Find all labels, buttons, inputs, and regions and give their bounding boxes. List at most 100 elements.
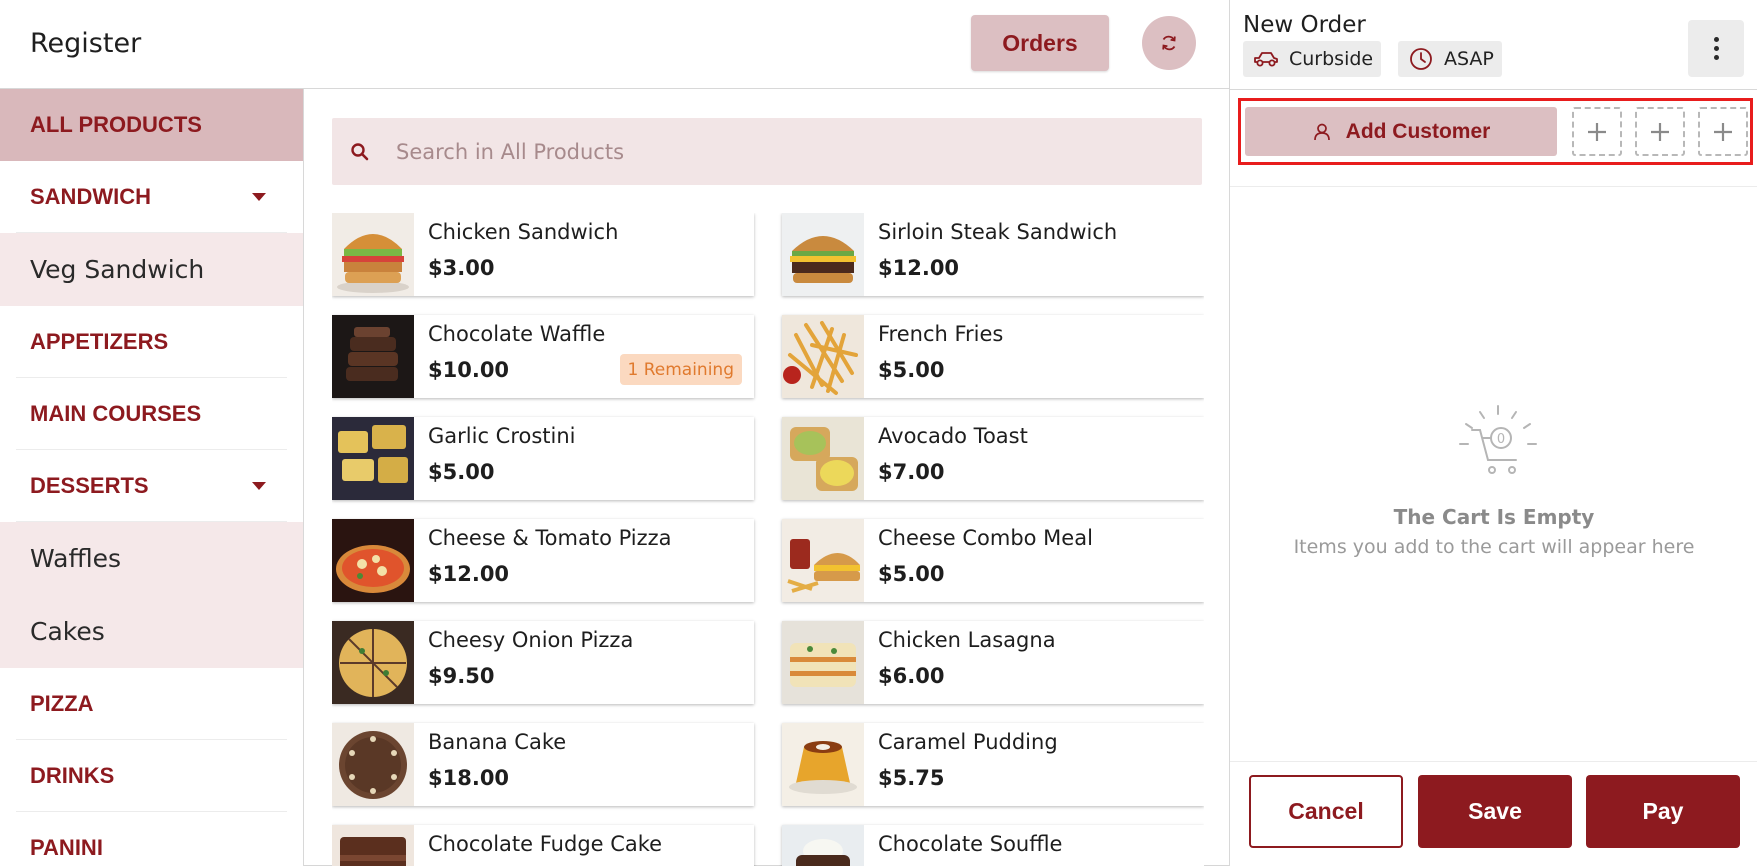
- avocado-toast-image: [782, 417, 864, 500]
- garlic-crostini-image: [332, 417, 414, 500]
- car-icon: [1251, 46, 1281, 72]
- caret-down-icon: [252, 482, 266, 490]
- person-icon: [1312, 122, 1332, 142]
- empty-cart-title: The Cart Is Empty: [1393, 505, 1595, 529]
- banana-cake-image: [332, 723, 414, 806]
- save-button[interactable]: Save: [1418, 775, 1572, 848]
- sidebar-item-main-courses[interactable]: MAIN COURSES: [0, 378, 303, 450]
- order-title: New Order: [1243, 12, 1366, 38]
- sidebar-item-desserts[interactable]: DESSERTS: [0, 450, 303, 522]
- chocolate-waffle-image: [332, 315, 414, 398]
- product-card-french-fries[interactable]: French Fries $5.00: [782, 315, 1204, 398]
- sidebar-item-label: PANINI: [30, 835, 103, 860]
- product-card-cheese-tomato-pizza[interactable]: Cheese & Tomato Pizza $12.00: [332, 519, 754, 602]
- refresh-icon: [1162, 35, 1176, 51]
- divider: [1230, 89, 1757, 90]
- product-price: $10.00: [428, 358, 510, 382]
- sidebar-item-cakes[interactable]: Cakes: [0, 595, 303, 668]
- product-card-chocolate-waffle[interactable]: Chocolate Waffle $10.00 1 Remaining: [332, 315, 754, 398]
- orders-button[interactable]: Orders: [971, 15, 1109, 71]
- product-price: $7.00: [878, 460, 945, 484]
- product-name: Cheesy Onion Pizza: [428, 628, 634, 652]
- plus-icon: [1651, 122, 1669, 141]
- product-name: Chocolate Souffle: [878, 832, 1063, 856]
- product-grid: Chicken Sandwich $3.00 Sirloin Steak San…: [332, 213, 1204, 866]
- product-card-cheesy-onion-pizza[interactable]: Cheesy Onion Pizza $9.50: [332, 621, 754, 704]
- pizza-image: [332, 519, 414, 602]
- product-price: $6.00: [878, 664, 945, 688]
- sidebar-item-appetizers[interactable]: APPETIZERS: [0, 306, 303, 378]
- sidebar-item-waffles[interactable]: Waffles: [0, 522, 303, 595]
- product-price: $18.00: [428, 766, 510, 790]
- pay-button[interactable]: Pay: [1586, 775, 1740, 848]
- clock-icon: [1406, 46, 1436, 72]
- divider: [1230, 186, 1757, 187]
- search-input[interactable]: Search in All Products: [396, 140, 624, 164]
- add-slot-button[interactable]: [1698, 107, 1748, 156]
- plus-icon: [1588, 122, 1606, 141]
- order-panel: New Order Curbside ASAP Add Customer 0 T…: [1229, 0, 1757, 866]
- product-card-chocolate-fudge-cake[interactable]: Chocolate Fudge Cake: [332, 825, 754, 866]
- category-sidebar: ALL PRODUCTS SANDWICH Veg Sandwich APPET…: [0, 89, 304, 866]
- add-customer-button[interactable]: Add Customer: [1245, 107, 1557, 156]
- sidebar-item-sandwich[interactable]: SANDWICH: [0, 161, 303, 233]
- order-time-label: ASAP: [1444, 48, 1494, 70]
- sidebar-item-all-products[interactable]: ALL PRODUCTS: [0, 89, 303, 161]
- sidebar-item-label: Veg Sandwich: [30, 255, 205, 284]
- lasagna-image: [782, 621, 864, 704]
- product-name: Avocado Toast: [878, 424, 1028, 448]
- product-price: $12.00: [878, 256, 960, 280]
- add-customer-label: Add Customer: [1345, 119, 1491, 143]
- chicken-sandwich-image: [332, 213, 414, 296]
- sidebar-item-label: Waffles: [30, 544, 122, 573]
- sidebar-item-label: DESSERTS: [30, 473, 149, 498]
- product-card-banana-cake[interactable]: Banana Cake $18.00: [332, 723, 754, 806]
- product-name: Chicken Lasagna: [878, 628, 1056, 652]
- search-icon: [346, 138, 374, 166]
- product-card-cheese-combo-meal[interactable]: Cheese Combo Meal $5.00: [782, 519, 1204, 602]
- add-slot-button[interactable]: [1572, 107, 1622, 156]
- fudge-cake-image: [332, 825, 414, 866]
- product-card-avocado-toast[interactable]: Avocado Toast $7.00: [782, 417, 1204, 500]
- add-slot-button[interactable]: [1635, 107, 1685, 156]
- product-card-chicken-sandwich[interactable]: Chicken Sandwich $3.00: [332, 213, 754, 296]
- product-card-chicken-lasagna[interactable]: Chicken Lasagna $6.00: [782, 621, 1204, 704]
- product-name: Garlic Crostini: [428, 424, 576, 448]
- product-name: Caramel Pudding: [878, 730, 1058, 754]
- order-time-chip[interactable]: ASAP: [1398, 41, 1502, 77]
- page-title: Register: [30, 28, 142, 59]
- product-price: $5.00: [428, 460, 495, 484]
- search-bar[interactable]: Search in All Products: [332, 118, 1202, 185]
- sidebar-item-drinks[interactable]: DRINKS: [0, 740, 303, 812]
- more-options-button[interactable]: [1688, 20, 1744, 77]
- product-card-caramel-pudding[interactable]: Caramel Pudding $5.75: [782, 723, 1204, 806]
- sidebar-item-pizza[interactable]: PIZZA: [0, 668, 303, 740]
- product-card-garlic-crostini[interactable]: Garlic Crostini $5.00: [332, 417, 754, 500]
- product-name: Chicken Sandwich: [428, 220, 619, 244]
- refresh-button[interactable]: [1142, 16, 1196, 70]
- cancel-button[interactable]: Cancel: [1249, 775, 1403, 848]
- more-vert-icon-dot: [1713, 46, 1719, 51]
- sidebar-item-panini[interactable]: PANINI: [0, 812, 303, 866]
- product-name: Banana Cake: [428, 730, 567, 754]
- product-card-chocolate-souffle[interactable]: Chocolate Souffle: [782, 825, 1204, 866]
- cart-count: 0: [1497, 432, 1505, 447]
- sidebar-item-label: MAIN COURSES: [30, 401, 202, 426]
- sidebar-item-label: DRINKS: [30, 763, 115, 788]
- more-vert-icon: [1713, 37, 1719, 42]
- product-name: Sirloin Steak Sandwich: [878, 220, 1118, 244]
- product-price: $5.00: [878, 358, 945, 382]
- souffle-image: [782, 825, 864, 866]
- product-name: Chocolate Waffle: [428, 322, 606, 346]
- steak-sandwich-image: [782, 213, 864, 296]
- caret-down-icon: [252, 193, 266, 201]
- empty-cart-icon: 0: [1459, 405, 1537, 474]
- product-card-sirloin-steak-sandwich[interactable]: Sirloin Steak Sandwich $12.00: [782, 213, 1204, 296]
- product-price: $3.00: [428, 256, 495, 280]
- sidebar-item-veg-sandwich[interactable]: Veg Sandwich: [0, 233, 303, 306]
- caramel-pudding-image: [782, 723, 864, 806]
- product-price: $9.50: [428, 664, 495, 688]
- order-type-chip[interactable]: Curbside: [1243, 41, 1382, 77]
- onion-pizza-image: [332, 621, 414, 704]
- product-price: $12.00: [428, 562, 510, 586]
